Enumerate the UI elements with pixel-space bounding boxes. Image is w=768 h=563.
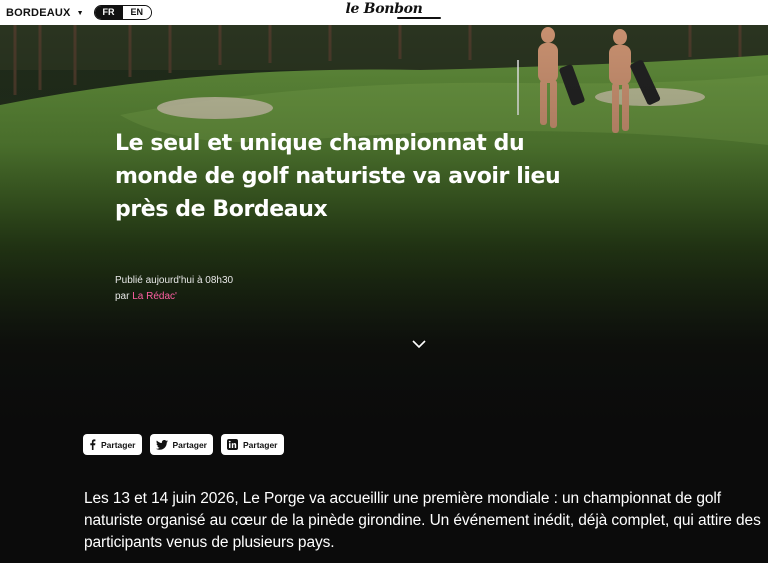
share-facebook-label: Partager [101, 439, 136, 450]
author-link[interactable]: La Rédac' [132, 291, 177, 302]
byline-prefix: par [115, 291, 130, 302]
publish-date: Publié aujourd'hui à 08h30 [115, 275, 234, 286]
twitter-icon [155, 439, 168, 450]
article-title: Le seul et unique championnat du monde d… [115, 131, 561, 222]
lang-en[interactable]: EN [122, 6, 152, 19]
site-logo[interactable]: le Bonbon [345, 1, 422, 17]
share-linkedin-button[interactable]: Partager [221, 434, 284, 455]
share-twitter-button[interactable]: Partager [149, 434, 213, 455]
caret-down-icon[interactable]: ▼ [77, 10, 84, 17]
lang-fr[interactable]: FR [94, 6, 123, 19]
article-intro: Les 13 et 14 juin 2026, Le Porge va accu… [84, 490, 761, 551]
share-twitter-label: Partager [172, 439, 208, 450]
chevron-down-icon[interactable] [412, 340, 426, 349]
article-meta: Publié aujourd'hui à 08h30 par La Rédac' [115, 273, 233, 305]
share-buttons: Partager Partager Partager [83, 434, 284, 455]
city-selector[interactable]: BORDEAUX [6, 7, 71, 19]
byline: par La Rédac' [115, 289, 233, 305]
share-facebook-button[interactable]: Partager [83, 434, 142, 455]
share-linkedin-label: Partager [243, 439, 278, 450]
logo-underline [397, 17, 441, 19]
top-bar: BORDEAUX ▼ FR EN le Bonbon [0, 0, 768, 25]
facebook-icon [90, 439, 96, 450]
hero-section: Le seul et unique championnat du monde d… [0, 25, 768, 425]
language-toggle[interactable]: FR EN [93, 5, 153, 20]
linkedin-icon [227, 439, 238, 450]
